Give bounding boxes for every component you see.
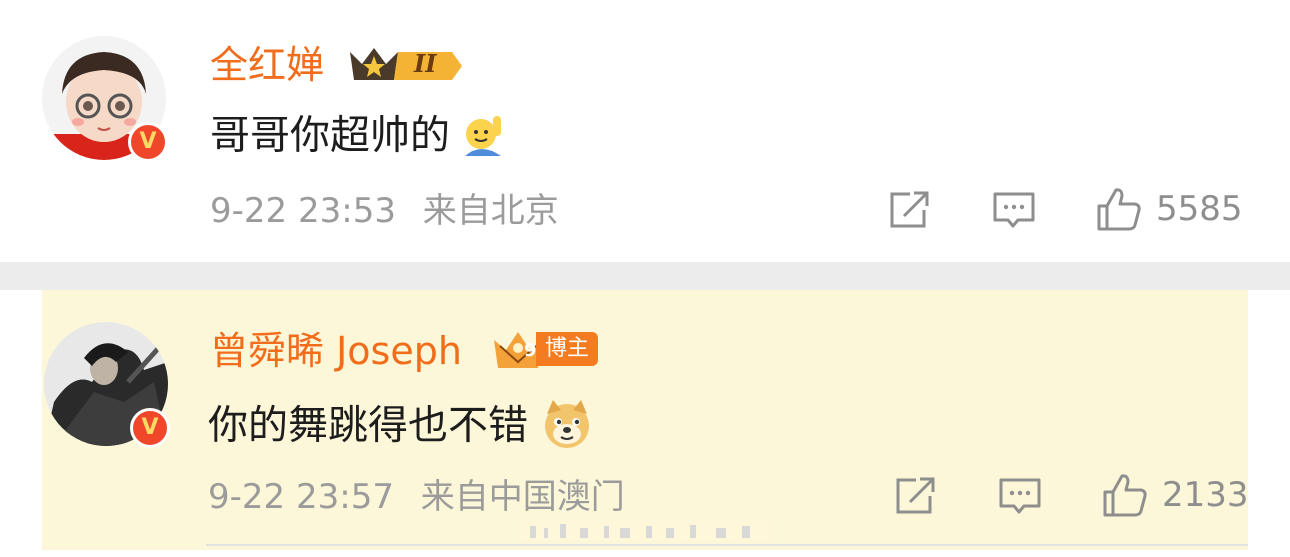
thumbs-up-icon [1103, 474, 1147, 517]
reply-button[interactable] [998, 476, 1042, 518]
doge-emoji-icon [541, 398, 593, 457]
share-icon [896, 477, 935, 514]
verified-badge-icon: V [130, 408, 170, 448]
comment-time: 9-22 23:53 [210, 191, 396, 231]
comment-icon [993, 192, 1035, 228]
thumbs-up-icon [1097, 188, 1141, 231]
comment-item: V 曾舜晞 Joseph 9 博主 你的舞跳得也不错 9-22 23:57 来自… [0, 290, 1290, 557]
comment-icon [999, 478, 1041, 514]
comment-text: 你的舞跳得也不错 [208, 402, 528, 449]
comment-item: V 全红婵 II 哥哥你超帅的 9-22 23:53 来自北京 5585 [0, 0, 1290, 262]
blogger-badge: 9 博主 [492, 328, 604, 370]
comment-text-row: 你的舞跳得也不错 [208, 398, 593, 457]
badge-label: 博主 [536, 332, 599, 366]
comment-divider [0, 262, 1290, 290]
comment-meta: 9-22 23:53 来自北京 [210, 194, 559, 228]
rank-badge-label: II [414, 49, 437, 78]
comment-username[interactable]: 全红婵 [210, 46, 324, 84]
comment-username[interactable]: 曾舜晞 Joseph [210, 332, 462, 370]
raising-hand-emoji-icon [463, 112, 507, 163]
verified-badge-icon: V [128, 122, 168, 162]
like-count: 5585 [1156, 189, 1243, 229]
blurred-overlay [520, 522, 770, 540]
like-count: 2133 [1162, 475, 1249, 515]
crown-icon [350, 48, 462, 80]
like-button[interactable]: 5585 [1096, 186, 1243, 232]
share-button[interactable] [888, 190, 930, 230]
share-icon [890, 191, 929, 228]
crown-rank-badge: II [348, 42, 464, 84]
share-button[interactable] [894, 476, 936, 516]
comment-meta: 9-22 23:57 来自中国澳门 [208, 480, 625, 514]
comment-text: 哥哥你超帅的 [210, 112, 450, 159]
like-button[interactable]: 2133 [1102, 472, 1249, 518]
badge-level-number: 9 [524, 340, 537, 361]
comment-time: 9-22 23:57 [208, 477, 394, 517]
comment-text-row: 哥哥你超帅的 [210, 112, 507, 163]
bottom-divider [206, 544, 1248, 546]
comment-location: 来自北京 [422, 191, 559, 231]
reply-button[interactable] [992, 190, 1036, 232]
